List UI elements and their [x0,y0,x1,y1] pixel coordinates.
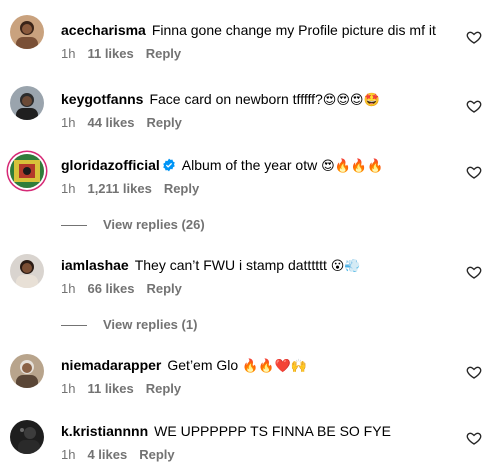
comment-meta: 1h 1,211 likes Reply [61,181,211,197]
comment-text: Get’em Glo [167,357,239,373]
comment-line: k.kristiannnn WE UPPPPPP TS FINNA BE SO F… [61,422,391,440]
avatar[interactable] [10,86,44,120]
reply-button[interactable]: Reply [139,447,174,462]
heart-outline-icon[interactable] [466,98,482,114]
comment-line: niemadarapper Get’em Glo 🔥🔥❤️🙌 [61,356,307,376]
comment-likes[interactable]: 4 likes [87,447,127,462]
avatar[interactable] [10,354,44,388]
comment-username[interactable]: iamlashae [61,257,129,273]
heart-outline-icon[interactable] [466,264,482,280]
avatar[interactable] [10,154,44,188]
comment-meta: 1h 66 likes Reply [61,281,194,297]
comment-time: 1h [61,115,76,130]
heart-outline-icon[interactable] [466,430,482,446]
avatar[interactable] [10,420,44,454]
view-replies-label: View replies (26) [103,217,205,232]
comment-time: 1h [61,181,76,196]
heart-outline-icon[interactable] [466,29,482,45]
comment-emoji: 😮💨 [330,259,361,274]
heart-outline-icon[interactable] [466,164,482,180]
reply-button[interactable]: Reply [146,381,181,396]
comment-text: Finna gone change my Profile picture dis… [151,22,436,38]
comment-likes[interactable]: 11 likes [87,381,133,396]
comment-time: 1h [61,381,76,396]
comment-text: They can’t FWU i stamp datttttt [134,257,327,273]
comment-likes[interactable]: 1,211 likes [87,181,151,196]
comment-line: keygotfanns Face card on newborn tfffff?😍… [61,90,380,110]
comment-username[interactable]: niemadarapper [61,357,161,373]
comment-meta: 1h 44 likes Reply [61,115,194,131]
comment-emoji: 😍🔥🔥🔥 [321,159,384,174]
comment-text: WE UPPPPPP TS FINNA BE SO FYE [154,423,391,439]
verified-badge-icon [163,158,175,172]
divider [61,225,87,227]
comment-username[interactable]: keygotfanns [61,91,143,107]
comment-username[interactable]: acecharisma [61,22,146,38]
comment-emoji: 🔥🔥❤️🙌 [242,359,307,374]
reply-button[interactable]: Reply [164,181,199,196]
comment-username[interactable]: k.kristiannnn [61,423,148,439]
comment-text: Face card on newborn tfffff? [149,91,323,107]
reply-button[interactable]: Reply [146,46,181,61]
comment-likes[interactable]: 44 likes [87,115,134,130]
comment-line: iamlashae They can’t FWU i stamp datttttt… [61,256,361,276]
comment-likes[interactable]: 11 likes [87,46,133,61]
reply-button[interactable]: Reply [146,115,181,130]
comment-line: acecharisma Finna gone change my Profile … [61,21,436,39]
view-replies-button[interactable]: View replies (1) [61,317,197,332]
view-replies-button[interactable]: View replies (26) [61,217,205,232]
comment-time: 1h [61,447,76,462]
comment-likes[interactable]: 66 likes [87,281,134,296]
comment-meta: 1h 4 likes Reply [61,447,187,463]
avatar[interactable] [10,15,44,49]
comment-emoji: 😍😍😍🤩 [322,93,380,108]
comment-time: 1h [61,46,76,61]
comment-line: gloridazofficial Album of the year otw 😍🔥… [61,156,383,176]
divider [61,325,87,327]
avatar[interactable] [10,254,44,288]
comment-username[interactable]: gloridazofficial [61,157,160,173]
comment-time: 1h [61,281,76,296]
comment-meta: 1h 11 likes Reply [61,46,193,62]
view-replies-label: View replies (1) [103,317,198,332]
comment-meta: 1h 11 likes Reply [61,381,193,397]
reply-button[interactable]: Reply [146,281,181,296]
heart-outline-icon[interactable] [466,364,482,380]
comment-text: Album of the year otw [181,157,318,173]
